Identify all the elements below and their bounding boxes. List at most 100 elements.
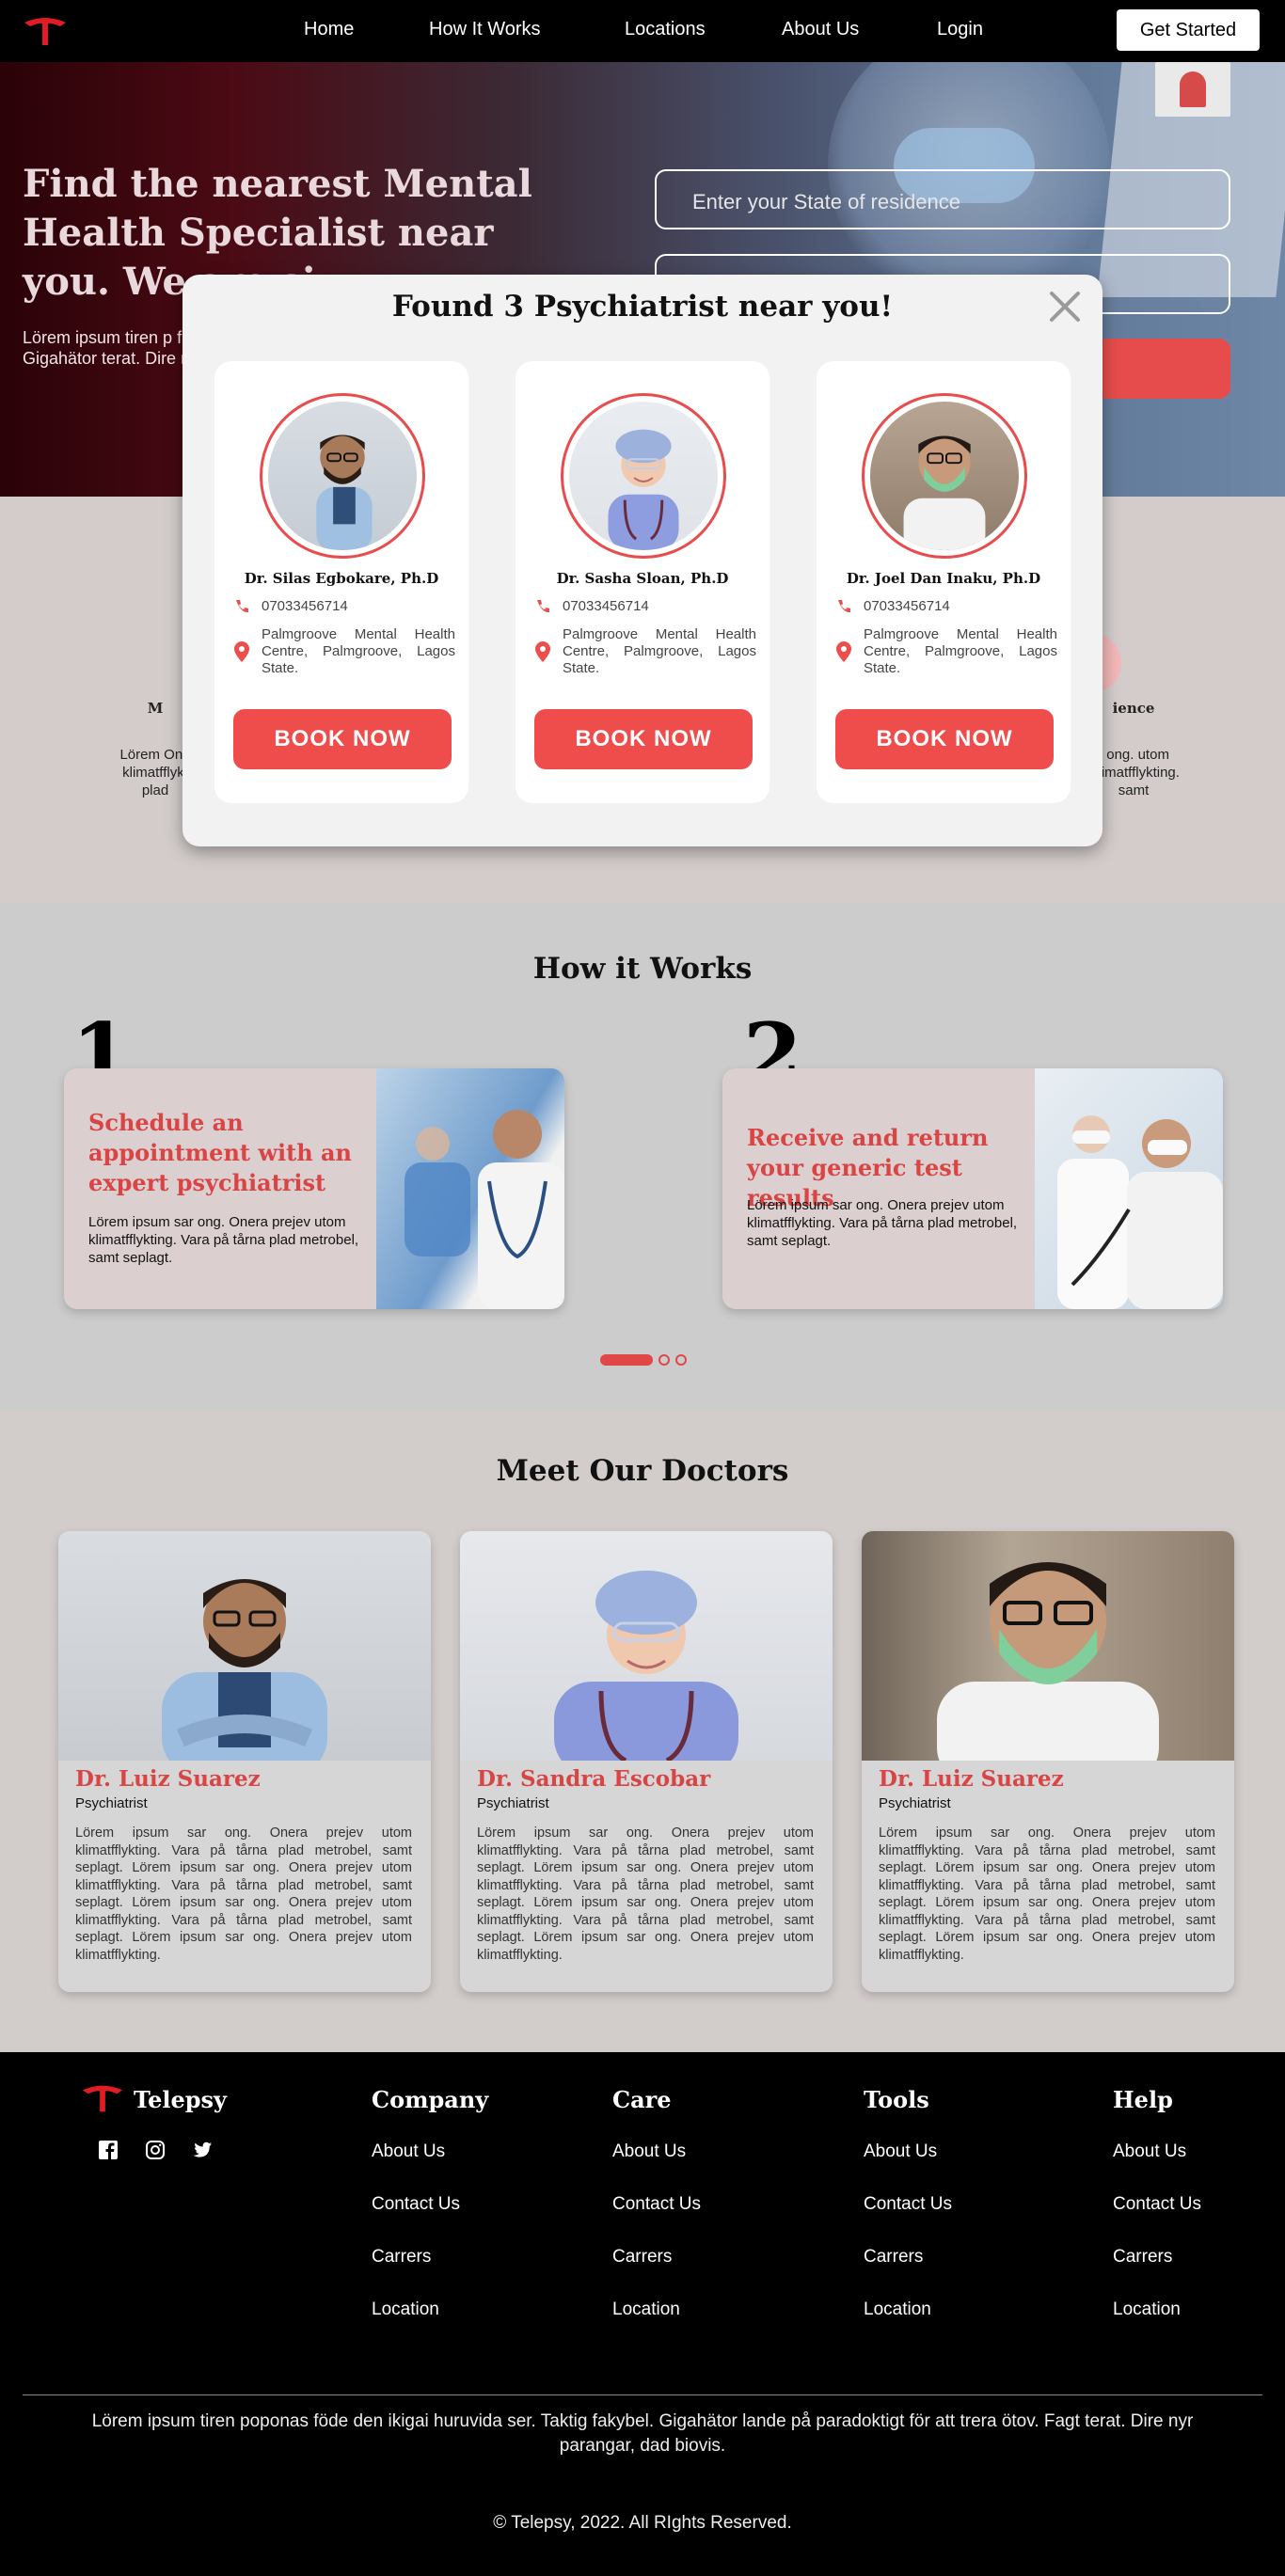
doctor-name: Dr. Silas Egbokare, Ph.D [244,570,439,587]
feature-right: ience r ong. utom klimatfflykting. samt [1091,700,1180,799]
doctor-name: Dr. Luiz Suarez [879,1766,1064,1792]
footer-column-company: Company About Us Contact Us Carrers Loca… [372,2086,488,2352]
nav-link-home[interactable]: Home [304,19,354,40]
doctor-photo [460,1531,833,1761]
doctor-photo [862,1531,1234,1761]
footer-heading: Help [1113,2086,1173,2113]
doctor-bio: Lörem ipsum sar ong. Onera prejev utom k… [879,1825,1215,1963]
doctor-name: Dr. Joel Dan Inaku, Ph.D [846,570,1041,587]
doctor-phone[interactable]: 07033456714 [262,598,348,615]
footer-column-care: Care About Us Contact Us Carrers Locatio… [612,2086,701,2352]
footer-brand: Telepsy [134,2086,227,2113]
footer-link[interactable]: Contact Us [612,2194,701,2247]
footer-heading: Company [372,2086,489,2113]
feature-right-title: ience [1112,700,1155,717]
avatar [862,393,1027,559]
hero-video-thumbnail [1155,62,1230,117]
doctor-bio: Lörem ipsum sar ong. Onera prejev utom k… [75,1825,412,1963]
footer: Telepsy Company About Us Contact Us Carr… [0,2052,1285,2576]
avatar [561,393,726,559]
footer-link[interactable]: Contact Us [864,2194,952,2247]
doctor-name: Dr. Sasha Sloan, Ph.D [556,570,729,587]
footer-link[interactable]: Location [612,2299,701,2352]
footer-link[interactable]: About Us [372,2141,488,2194]
doctor-address: Palmgroove Mental Health Centre, Palmgro… [262,626,455,676]
book-now-button[interactable]: BOOK NOW [233,709,452,769]
carousel-dots [600,1354,687,1366]
telepsy-logo-icon[interactable] [81,2082,124,2114]
doctor-role: Psychiatrist [879,1795,951,1811]
footer-heading: Care [612,2086,672,2113]
doctor-role: Psychiatrist [477,1795,549,1811]
footer-link[interactable]: Carrers [1113,2247,1201,2299]
step-text: Lörem ipsum sar ong. Onera prejev utom k… [747,1197,1018,1249]
step-card: Receive and return your generic test res… [722,1068,1223,1309]
footer-link[interactable]: Location [372,2299,488,2352]
footer-heading: Tools [864,2086,929,2113]
get-started-button[interactable]: Get Started [1117,9,1260,51]
doctor-card[interactable]: Dr. Luiz Suarez Psychiatrist Lörem ipsum… [862,1531,1234,1992]
result-card: Dr. Silas Egbokare, Ph.D 07033456714 Pal… [214,361,468,803]
footer-column-tools: Tools About Us Contact Us Carrers Locati… [864,2086,952,2352]
doctor-phone[interactable]: 07033456714 [864,598,950,615]
doctor-card[interactable]: Dr. Luiz Suarez Psychiatrist Lörem ipsum… [58,1531,431,1992]
doctor-address: Palmgroove Mental Health Centre, Palmgro… [563,626,756,676]
footer-link[interactable]: Location [864,2299,952,2352]
doctor-address: Palmgroove Mental Health Centre, Palmgro… [864,626,1057,676]
instagram-icon[interactable] [144,2139,167,2161]
how-title: How it Works [532,952,753,986]
book-now-button[interactable]: BOOK NOW [835,709,1054,769]
book-now-button[interactable]: BOOK NOW [534,709,753,769]
step-image [1035,1068,1223,1309]
step-image [376,1068,564,1309]
footer-link[interactable]: Carrers [864,2247,952,2299]
step-text: Lörem ipsum sar ong. Onera prejev utom k… [88,1214,359,1266]
state-input[interactable]: Enter your State of residence [655,169,1230,229]
footer-blurb: Lörem ipsum tiren poponas föde den ikiga… [91,2411,1194,2456]
avatar [260,393,425,559]
doctor-name: Dr. Luiz Suarez [75,1766,261,1792]
meet-doctors-section: Meet Our Doctors Dr. Luiz Suarez Psychia… [0,1411,1285,2052]
footer-link[interactable]: Contact Us [372,2194,488,2247]
twitter-icon[interactable] [191,2139,214,2161]
nav-link-login[interactable]: Login [937,19,983,40]
footer-link[interactable]: Carrers [612,2247,701,2299]
nav-link-how-it-works[interactable]: How It Works [429,19,541,40]
facebook-icon[interactable] [97,2139,119,2161]
phone-icon [236,600,248,613]
footer-column-help: Help About Us Contact Us Carrers Locatio… [1113,2086,1201,2352]
doctor-role: Psychiatrist [75,1795,148,1811]
close-icon[interactable] [1046,288,1084,325]
copyright: © Telepsy, 2022. All RIghts Reserved. [493,2513,792,2533]
doctor-phone[interactable]: 07033456714 [563,598,649,615]
result-card: Dr. Joel Dan Inaku, Ph.D 07033456714 Pal… [817,361,1071,803]
doctor-photo [58,1531,431,1761]
location-pin-icon [836,641,851,662]
nav-link-locations[interactable]: Locations [625,19,706,40]
carousel-dot[interactable] [658,1354,670,1366]
results-modal: Found 3 Psychiatrist near you! Dr. Silas… [182,275,1103,846]
how-it-works-section: How it Works 1 Schedule an appointment w… [0,903,1285,1411]
location-pin-icon [234,641,249,662]
location-pin-icon [535,641,550,662]
carousel-dot[interactable] [675,1354,687,1366]
footer-link[interactable]: Location [1113,2299,1201,2352]
phone-icon [838,600,850,613]
modal-title: Found 3 Psychiatrist near you! [391,290,894,324]
footer-link[interactable]: About Us [612,2141,701,2194]
step-card: Schedule an appointment with an expert p… [64,1068,564,1309]
carousel-dot-active[interactable] [600,1354,653,1366]
top-nav: Home How It Works Locations About Us Log… [0,0,1285,62]
doctor-card[interactable]: Dr. Sandra Escobar Psychiatrist Lörem ip… [460,1531,833,1992]
result-card: Dr. Sasha Sloan, Ph.D 07033456714 Palmgr… [516,361,769,803]
footer-link[interactable]: Contact Us [1113,2194,1201,2247]
nav-link-about-us[interactable]: About Us [782,19,859,40]
step-title: Schedule an appointment with an expert p… [88,1109,352,1196]
footer-divider [23,2394,1262,2395]
footer-link[interactable]: Carrers [372,2247,488,2299]
phone-icon [537,600,549,613]
doctor-bio: Lörem ipsum sar ong. Onera prejev utom k… [477,1825,814,1963]
footer-link[interactable]: About Us [864,2141,952,2194]
footer-link[interactable]: About Us [1113,2141,1201,2194]
feature-right-text: r ong. utom klimatfflykting. samt [1091,747,1180,798]
